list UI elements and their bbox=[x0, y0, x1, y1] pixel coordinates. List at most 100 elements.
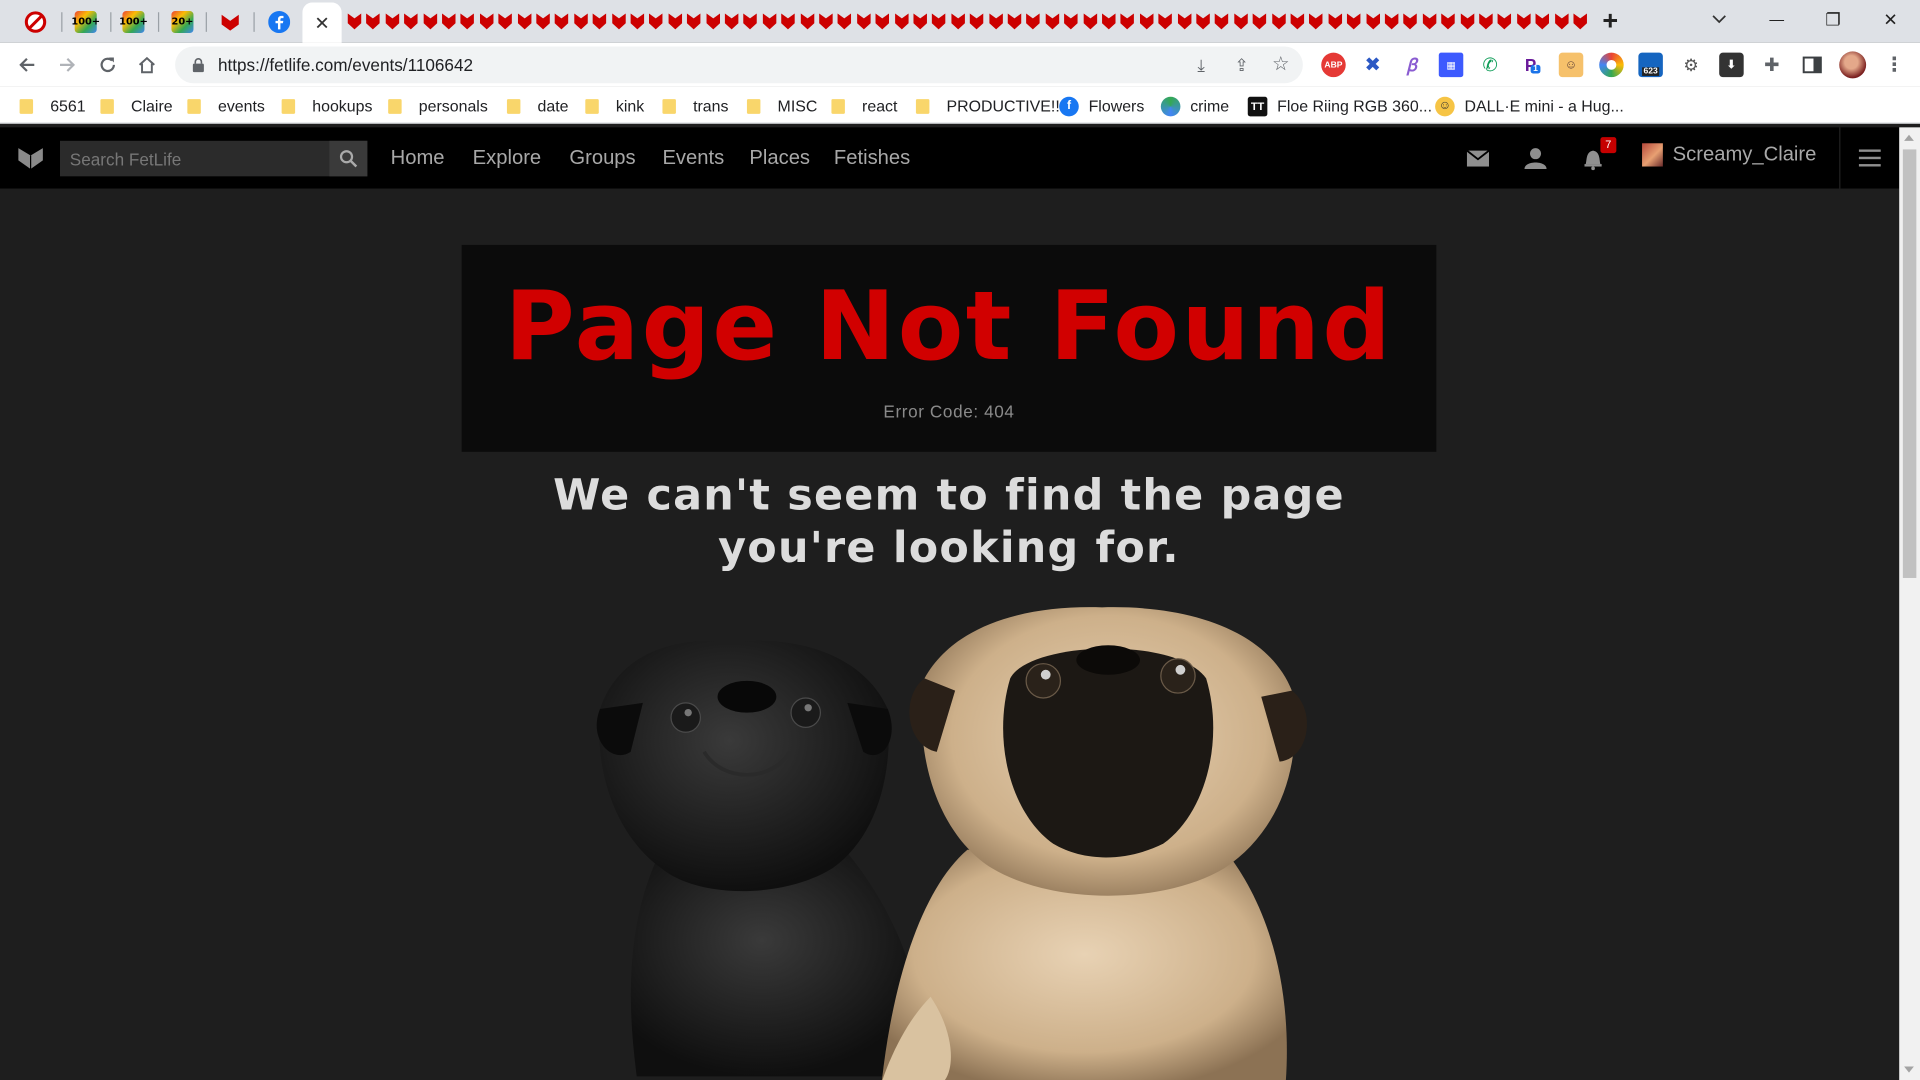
fetlife-tab-icon[interactable] bbox=[1063, 11, 1079, 31]
fetlife-tab-icon[interactable] bbox=[1572, 11, 1588, 31]
fetlife-tab-icon[interactable] bbox=[1044, 11, 1060, 31]
fetlife-tab-icon[interactable] bbox=[950, 11, 966, 31]
fetlife-tab-icon[interactable] bbox=[629, 11, 645, 31]
bookmark-star-icon[interactable]: ☆ bbox=[1270, 54, 1292, 76]
tab-active[interactable]: ✕ bbox=[302, 2, 342, 43]
minimize-button[interactable]: — bbox=[1749, 0, 1805, 39]
phone-icon[interactable]: ✆ bbox=[1478, 53, 1502, 77]
fetlife-tab-icon[interactable] bbox=[686, 11, 702, 31]
tab-facebook[interactable] bbox=[261, 5, 298, 38]
fetlife-tab-icon[interactable] bbox=[1139, 11, 1155, 31]
bookmark-folder[interactable]: hookups bbox=[281, 96, 372, 117]
fetlife-tab-icon[interactable] bbox=[1327, 11, 1343, 31]
page-scrollbar[interactable] bbox=[1899, 127, 1920, 1080]
url-text[interactable]: https://fetlife.com/events/1106642 bbox=[218, 55, 473, 75]
scroll-down-arrow[interactable] bbox=[1904, 1066, 1914, 1073]
fetlife-tab-icon[interactable] bbox=[384, 11, 400, 31]
fetlife-tab-icon[interactable] bbox=[1346, 11, 1362, 31]
fetlife-tab-icon[interactable] bbox=[460, 11, 476, 31]
fetlife-tab-icon[interactable] bbox=[931, 11, 947, 31]
reload-button[interactable] bbox=[92, 49, 124, 81]
bookmark-folder[interactable]: trans bbox=[662, 96, 728, 117]
fetlife-tab-icon[interactable] bbox=[1478, 11, 1494, 31]
fetlife-tab-icon[interactable] bbox=[1308, 11, 1324, 31]
bookmark-floe[interactable]: TT Floe Riing RGB 360... bbox=[1247, 96, 1432, 117]
bookmark-folder[interactable]: react bbox=[831, 96, 897, 117]
counter-extension-icon[interactable]: 623 bbox=[1638, 52, 1663, 78]
bookmark-dalle[interactable]: ☺ DALL·E mini - a Hug... bbox=[1435, 96, 1624, 117]
fetlife-tab-icon[interactable] bbox=[969, 11, 985, 31]
bookmark-folder[interactable]: Claire bbox=[100, 96, 173, 117]
back-button[interactable] bbox=[11, 49, 43, 81]
fetlife-tab-icon[interactable] bbox=[365, 11, 381, 31]
fetlife-tab-icon[interactable] bbox=[1025, 11, 1041, 31]
kebab-menu-icon[interactable]: ⋮ bbox=[1882, 53, 1906, 77]
fetlife-tab-icon[interactable] bbox=[1195, 11, 1211, 31]
fetlife-tab-icon[interactable] bbox=[516, 11, 532, 31]
fetlife-tab-icon[interactable] bbox=[1214, 11, 1230, 31]
fetlife-tab-icon[interactable] bbox=[497, 11, 513, 31]
fetlife-tab-icon[interactable] bbox=[780, 11, 796, 31]
fetlife-tab-icon[interactable] bbox=[799, 11, 815, 31]
bookmark-folder[interactable]: date bbox=[506, 96, 569, 117]
fetlife-tab-icon[interactable] bbox=[1101, 11, 1117, 31]
fetlife-tab-icon[interactable] bbox=[875, 11, 891, 31]
tab-fetlife[interactable] bbox=[212, 5, 249, 38]
fetlife-tab-icon[interactable] bbox=[1421, 11, 1437, 31]
scroll-up-arrow[interactable] bbox=[1904, 134, 1914, 141]
fetlife-tab-icon[interactable] bbox=[592, 11, 608, 31]
fetlife-tab-icon[interactable] bbox=[667, 11, 683, 31]
restore-button[interactable]: ❐ bbox=[1805, 0, 1861, 39]
fetlife-tab-icon[interactable] bbox=[347, 11, 363, 31]
fetlife-tab-icon[interactable] bbox=[403, 11, 419, 31]
nav-groups[interactable]: Groups bbox=[569, 147, 635, 170]
fetlife-tab-icon[interactable] bbox=[1384, 11, 1400, 31]
fetlife-tab-icon[interactable] bbox=[724, 11, 740, 31]
fetlife-tab-icon[interactable] bbox=[535, 11, 551, 31]
scrollbar-thumb[interactable] bbox=[1902, 149, 1917, 578]
fetlife-tab-icon[interactable] bbox=[1440, 11, 1456, 31]
fetlife-tab-icon[interactable] bbox=[988, 11, 1004, 31]
share-icon[interactable]: ⇪ bbox=[1231, 54, 1253, 76]
fetlife-tab-icon[interactable] bbox=[573, 11, 589, 31]
fetlife-tab-icon[interactable] bbox=[1233, 11, 1249, 31]
bookmark-folder[interactable]: kink bbox=[585, 96, 644, 117]
address-bar[interactable]: https://fetlife.com/events/1106642 ⤓ ⇪ ☆ bbox=[175, 46, 1303, 84]
fetlife-tab-icon[interactable] bbox=[743, 11, 759, 31]
puzzle-icon[interactable]: ✚ bbox=[1760, 53, 1784, 77]
fetlife-tab-icon[interactable] bbox=[479, 11, 495, 31]
fetlife-tab-icon[interactable] bbox=[1497, 11, 1513, 31]
fetlife-tab-icon[interactable] bbox=[1120, 11, 1136, 31]
user-icon[interactable] bbox=[1522, 146, 1549, 170]
person-x-icon[interactable]: ✖ bbox=[1360, 53, 1384, 77]
nav-places[interactable]: Places bbox=[749, 147, 810, 170]
fetlife-tab-icon[interactable] bbox=[1403, 11, 1419, 31]
search-input[interactable] bbox=[60, 140, 330, 177]
fetlife-tab-icon[interactable] bbox=[1157, 11, 1173, 31]
fetlife-tab-icon[interactable] bbox=[705, 11, 721, 31]
fetlife-tab-icon[interactable] bbox=[1535, 11, 1551, 31]
fetlife-tab-icon[interactable] bbox=[422, 11, 438, 31]
download-extension-icon[interactable]: ⬇ bbox=[1719, 52, 1744, 78]
side-panel-icon[interactable] bbox=[1800, 53, 1824, 77]
bookmark-folder[interactable]: personals bbox=[388, 96, 488, 117]
nav-home[interactable]: Home bbox=[391, 147, 445, 170]
fetlife-logo-icon[interactable] bbox=[17, 144, 44, 171]
search-button[interactable] bbox=[329, 140, 368, 177]
bookmark-folder[interactable]: 6561 bbox=[19, 96, 86, 117]
hamburger-menu-icon[interactable] bbox=[1858, 149, 1881, 167]
fetlife-tab-icon[interactable] bbox=[1516, 11, 1532, 31]
fetlife-tab-icon[interactable] bbox=[1176, 11, 1192, 31]
close-icon[interactable]: ✕ bbox=[314, 12, 329, 34]
fetlife-tab-icon[interactable] bbox=[856, 11, 872, 31]
fetlife-tab-icon[interactable] bbox=[837, 11, 853, 31]
fetlife-tab-icon[interactable] bbox=[818, 11, 834, 31]
bookmark-folder[interactable]: MISC bbox=[746, 96, 817, 117]
tab-gmail-1[interactable]: 100+ bbox=[67, 5, 104, 38]
fetlife-tab-icon[interactable] bbox=[1553, 11, 1569, 31]
tab-no-sign[interactable] bbox=[17, 5, 54, 38]
forward-button[interactable] bbox=[51, 49, 83, 81]
nav-events[interactable]: Events bbox=[662, 147, 724, 170]
p-extension-icon[interactable]: P1 bbox=[1518, 53, 1542, 77]
fetlife-tab-icon[interactable] bbox=[1082, 11, 1098, 31]
